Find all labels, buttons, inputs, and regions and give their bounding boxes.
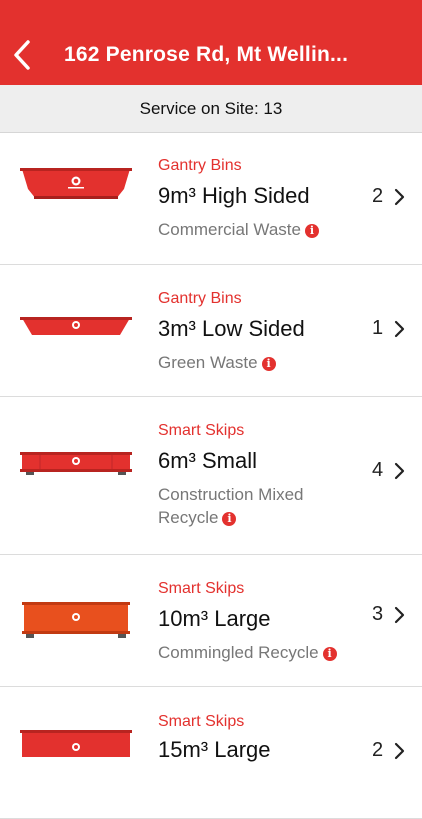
bin-category: Gantry Bins: [158, 157, 242, 174]
list-item[interactable]: Smart Skips 15m³ Large 2: [0, 687, 422, 819]
header-bar: 162 Penrose Rd, Mt Wellin...: [0, 0, 422, 85]
service-count-bar: Service on Site: 13: [0, 85, 422, 133]
gantry-bin-image: [20, 317, 132, 335]
bin-category: Smart Skips: [158, 422, 245, 439]
bin-name: 10m³ Large: [158, 606, 271, 631]
info-icon[interactable]: i: [304, 223, 319, 238]
smart-skip-image: [22, 602, 130, 638]
service-count-text: Service on Site: 13: [139, 98, 283, 118]
info-icon[interactable]: i: [222, 511, 237, 526]
bin-list: Gantry Bins 9m³ High Sided Commercial Wa…: [0, 133, 422, 819]
bin-count: 2: [372, 739, 384, 761]
chevron-left-icon[interactable]: [10, 38, 34, 72]
bin-category: Smart Skips: [158, 713, 245, 730]
bin-count: 1: [372, 317, 384, 339]
bin-name: 9m³ High Sided: [158, 183, 310, 208]
bin-name: 3m³ Low Sided: [158, 316, 305, 341]
waste-type: Commercial Waste i: [158, 218, 358, 241]
waste-type: Commingled Recycle i: [158, 641, 358, 664]
bin-count: 2: [372, 185, 384, 207]
chevron-right-icon[interactable]: [393, 188, 405, 206]
smart-skip-image: [20, 452, 132, 475]
list-item[interactable]: Gantry Bins 9m³ High Sided Commercial Wa…: [0, 133, 422, 265]
list-item[interactable]: Smart Skips 10m³ Large Commingled Recycl…: [0, 555, 422, 687]
chevron-right-icon[interactable]: [393, 742, 405, 760]
list-item[interactable]: Gantry Bins 3m³ Low Sided Green Waste i 1: [0, 265, 422, 397]
bin-name: 6m³ Small: [158, 448, 258, 473]
bin-name: 15m³ Large: [158, 737, 271, 762]
gantry-bin-image: [20, 168, 132, 199]
info-icon[interactable]: i: [322, 646, 337, 661]
smart-skip-image: [20, 730, 132, 757]
bin-category: Gantry Bins: [158, 290, 242, 307]
page-title: 162 Penrose Rd, Mt Wellin...: [64, 43, 349, 66]
chevron-right-icon[interactable]: [393, 462, 405, 480]
bin-count: 3: [372, 603, 384, 625]
list-item[interactable]: Smart Skips 6m³ Small Construction Mixed…: [0, 397, 422, 555]
chevron-right-icon[interactable]: [393, 606, 405, 624]
bin-category: Smart Skips: [158, 580, 245, 597]
waste-type: Green Waste i: [158, 351, 358, 374]
chevron-right-icon[interactable]: [393, 320, 405, 338]
bin-count: 4: [372, 459, 384, 481]
info-icon[interactable]: i: [261, 356, 276, 371]
waste-type: Construction Mixed Recycle i: [158, 485, 304, 527]
